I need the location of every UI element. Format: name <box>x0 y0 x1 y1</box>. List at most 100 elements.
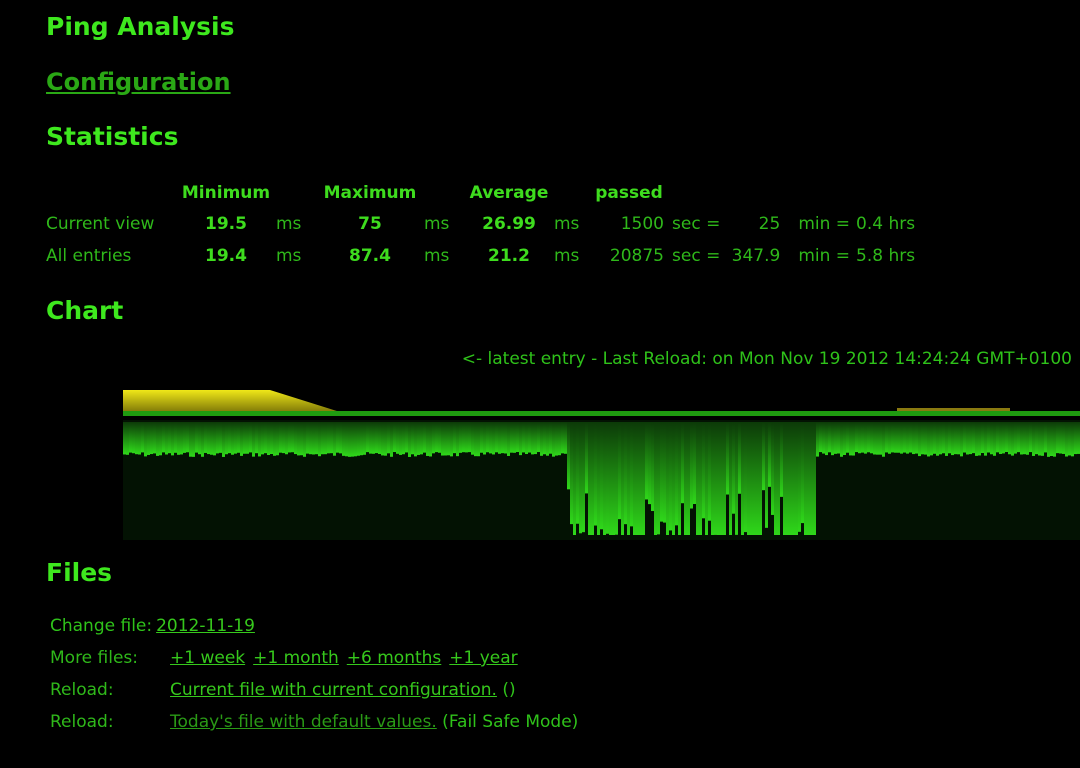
ping-bar <box>228 422 231 454</box>
ping-bar <box>180 422 183 455</box>
plus-1-month-link[interactable]: +1 month <box>253 648 339 680</box>
ping-bar <box>324 422 327 455</box>
change-file-link[interactable]: 2012-11-19 <box>156 616 255 648</box>
ping-bar <box>963 422 966 453</box>
ping-bar <box>627 422 630 535</box>
ping-bar <box>897 422 900 453</box>
ping-bar <box>822 422 825 454</box>
stats-row-all: All entries 19.4 ms 87.4 ms 21.2 ms 2087… <box>46 240 915 272</box>
ping-bar <box>147 422 150 455</box>
ping-bar <box>939 422 942 455</box>
ping-bar <box>915 422 918 454</box>
ping-bar <box>867 422 870 453</box>
ping-bar <box>888 422 891 454</box>
ping-bar <box>402 422 405 455</box>
min-value: 19.4 <box>205 246 247 266</box>
ping-bar <box>714 422 717 535</box>
ping-bar <box>543 422 546 455</box>
ping-bar <box>753 422 756 535</box>
reload-label: Reload: <box>50 712 114 732</box>
ping-bar <box>1038 422 1041 456</box>
ping-bar <box>633 422 636 535</box>
ping-bar <box>789 422 792 535</box>
ping-bar <box>597 422 600 535</box>
ping-bar <box>1044 422 1047 453</box>
ping-bar <box>924 422 927 455</box>
ping-bar <box>522 422 525 453</box>
last-reload-text: <- latest entry - Last Reload: on Mon No… <box>461 349 1072 369</box>
ping-bar <box>747 422 750 535</box>
ping-bar <box>942 422 945 454</box>
ping-bar <box>615 422 618 535</box>
ping-bar <box>399 422 402 455</box>
ping-bar <box>1041 422 1044 456</box>
ping-bar <box>588 422 591 535</box>
ping-bar <box>999 422 1002 454</box>
reload-current-suffix: () <box>496 680 516 700</box>
ping-bar <box>456 422 459 457</box>
ping-bar <box>189 422 192 457</box>
ping-bar <box>318 422 321 457</box>
ping-bar <box>510 422 513 453</box>
ping-bar <box>528 422 531 453</box>
ping-bar <box>972 422 975 454</box>
ping-bar <box>774 422 777 535</box>
ping-bar <box>1053 422 1056 457</box>
avg-value: 26.99 <box>482 214 536 234</box>
ping-bar <box>438 422 441 453</box>
ping-bar <box>1023 422 1026 455</box>
unit: ms <box>276 214 302 234</box>
reload-current-link[interactable]: Current file with current configuration. <box>170 680 497 712</box>
ping-bar <box>801 422 804 524</box>
plus-6-months-link[interactable]: +6 months <box>347 648 442 680</box>
ping-bar <box>315 422 318 455</box>
ping-bar <box>426 422 429 456</box>
files-section: Change file: 2012-11-19 More files: +1 w… <box>50 616 578 744</box>
ping-bar <box>363 422 366 455</box>
ping-bar <box>198 422 201 455</box>
ping-bar <box>162 422 165 453</box>
ping-bar <box>312 422 315 455</box>
ping-bar <box>885 422 888 453</box>
ping-bar <box>798 422 801 532</box>
ping-bar <box>444 422 447 456</box>
ping-bar <box>918 422 921 457</box>
ping-bar <box>690 422 693 509</box>
ping-bar <box>381 422 384 456</box>
ping-bar <box>357 422 360 456</box>
ping-bar <box>129 422 132 453</box>
ping-bar <box>945 422 948 456</box>
ping-bar <box>792 422 795 535</box>
unit: ms <box>276 246 302 266</box>
ping-bar <box>507 422 510 456</box>
plus-1-week-link[interactable]: +1 week <box>170 648 245 680</box>
ping-bar <box>258 422 261 457</box>
ping-bar <box>687 422 690 535</box>
ping-bar <box>1026 422 1029 455</box>
ping-bar <box>645 422 648 500</box>
ping-bar <box>558 422 561 456</box>
ping-bar <box>411 422 414 455</box>
ping-bar <box>549 422 552 454</box>
stats-row-current: Current view 19.5 ms 75 ms 26.99 ms 1500… <box>46 208 915 240</box>
plus-1-year-link[interactable]: +1 year <box>449 648 517 680</box>
ping-bar <box>534 422 537 455</box>
ping-bar <box>141 422 144 453</box>
ping-bar <box>855 422 858 453</box>
ping-bar <box>273 422 276 456</box>
reload-default-link[interactable]: Today's file with default values. <box>170 712 437 744</box>
ping-bar <box>531 422 534 455</box>
ping-bar <box>630 422 633 527</box>
configuration-link[interactable]: Configuration <box>46 68 231 96</box>
ping-bar <box>768 422 771 487</box>
header-passed: passed <box>595 183 663 203</box>
ping-bar <box>336 422 339 453</box>
ping-bar <box>960 422 963 457</box>
ping-bar <box>360 422 363 456</box>
ping-bar <box>780 422 783 497</box>
ping-bar <box>993 422 996 456</box>
ping-bar <box>327 422 330 454</box>
more-files-label: More files: <box>50 648 139 668</box>
ping-bar <box>237 422 240 453</box>
ping-bar <box>666 422 669 535</box>
